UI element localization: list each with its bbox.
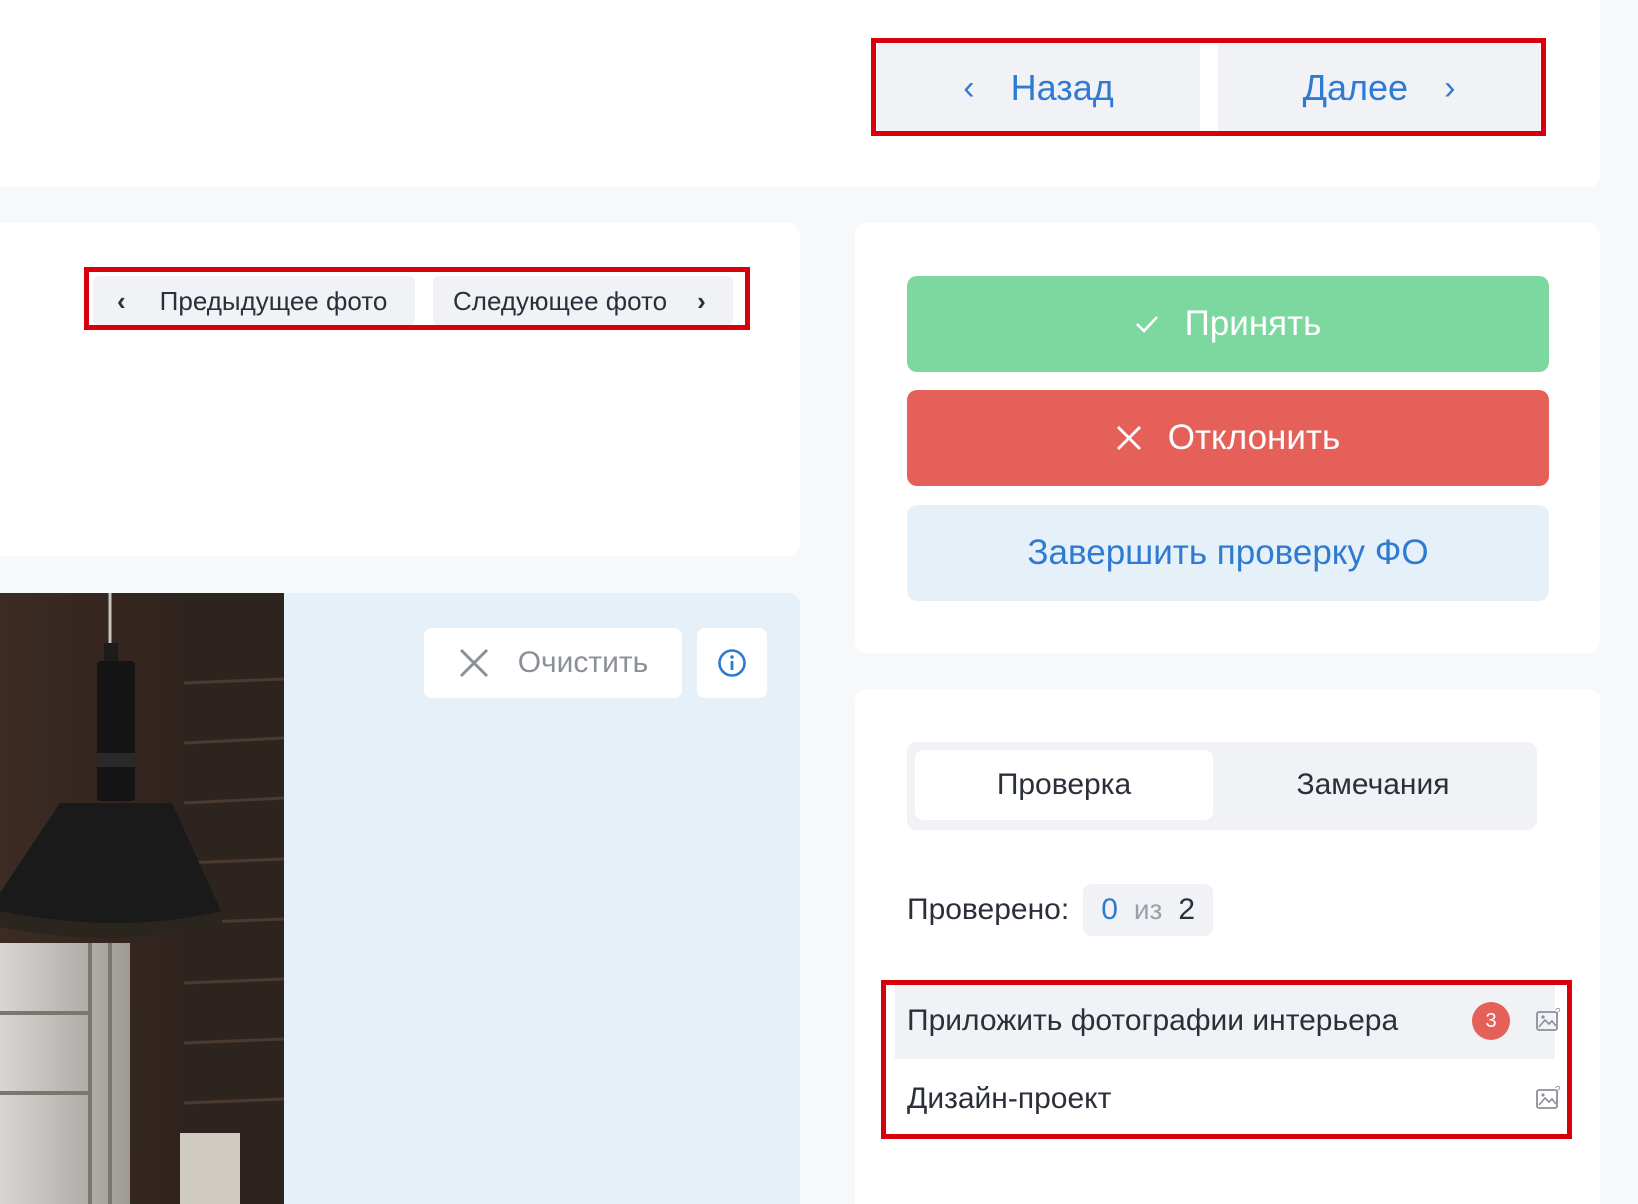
tab-remarks[interactable]: Замечания bbox=[1217, 750, 1529, 820]
highlight-photo-nav bbox=[84, 267, 750, 330]
highlight-header-nav bbox=[871, 38, 1546, 136]
accept-button[interactable]: Принять bbox=[907, 276, 1549, 372]
accept-button-label: Принять bbox=[1184, 304, 1322, 343]
finish-check-button[interactable]: Завершить проверку ФО bbox=[907, 505, 1549, 601]
finish-check-label: Завершить проверку ФО bbox=[1027, 533, 1429, 572]
tab-check[interactable]: Проверка bbox=[915, 750, 1213, 820]
close-icon bbox=[459, 648, 488, 678]
interior-photo bbox=[0, 593, 284, 1204]
check-icon bbox=[1135, 316, 1158, 333]
info-button[interactable] bbox=[697, 628, 767, 698]
checked-label: Проверено: bbox=[907, 893, 1070, 926]
checked-progress: Проверено: 0 из 2 bbox=[907, 884, 1214, 936]
info-icon bbox=[718, 649, 746, 677]
reject-button-label: Отклонить bbox=[1167, 418, 1341, 457]
total-count: 2 bbox=[1178, 893, 1196, 926]
counter-separator: из bbox=[1133, 894, 1163, 925]
close-icon bbox=[1116, 426, 1141, 450]
reject-button[interactable]: Отклонить bbox=[907, 390, 1549, 486]
image-viewer: Очистить bbox=[0, 593, 800, 1204]
highlight-check-items bbox=[881, 980, 1572, 1139]
actions-panel: Принять Отклонить Завершить проверку ФО bbox=[855, 223, 1600, 653]
checked-count: 0 bbox=[1101, 893, 1118, 926]
tab-bar: Проверка Замечания bbox=[907, 742, 1537, 830]
checked-counter: 0 из 2 bbox=[1083, 884, 1214, 936]
clear-button-label: Очистить bbox=[517, 646, 649, 679]
clear-button[interactable]: Очистить bbox=[424, 628, 682, 698]
